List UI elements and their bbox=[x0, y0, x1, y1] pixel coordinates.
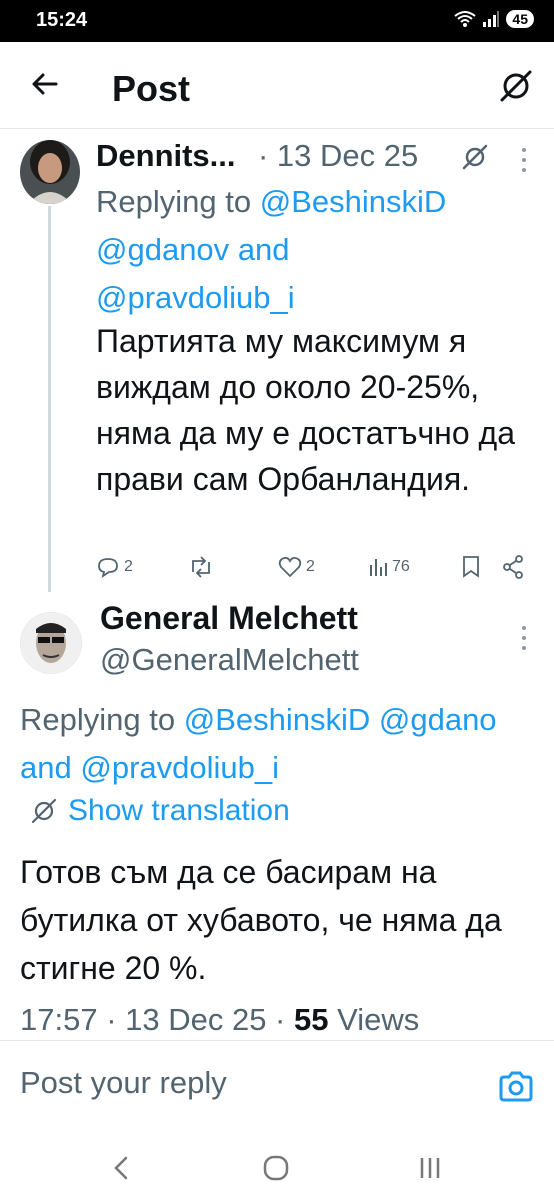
signal-icon bbox=[483, 11, 500, 27]
mention-link[interactable]: @BeshinskiD bbox=[260, 184, 447, 219]
avatar[interactable] bbox=[20, 612, 82, 674]
battery-badge: 45 bbox=[506, 10, 534, 28]
grok-icon[interactable] bbox=[460, 142, 490, 172]
post-text: Готов съм да се басирам на бутилка от ху… bbox=[20, 854, 502, 986]
like-button[interactable]: 2 bbox=[278, 550, 315, 584]
post-timestamp[interactable]: 17:57 · 13 Dec 25 · bbox=[20, 1002, 285, 1037]
nav-back-icon[interactable] bbox=[100, 1146, 144, 1190]
post-meta: 17:57 · 13 Dec 25 · 55 Views bbox=[20, 1002, 419, 1038]
views-icon bbox=[370, 559, 387, 576]
views-count: 76 bbox=[392, 558, 410, 575]
avatar[interactable] bbox=[20, 140, 80, 204]
post-author-name[interactable]: Dennits... bbox=[96, 138, 236, 174]
reply-count: 2 bbox=[124, 558, 133, 575]
views-button[interactable]: 76 bbox=[368, 550, 410, 584]
grok-icon[interactable] bbox=[496, 66, 536, 106]
reply-bar: Post your reply bbox=[0, 1040, 554, 1135]
wifi-icon bbox=[454, 11, 477, 27]
repost-icon bbox=[192, 556, 210, 578]
post-author-handle[interactable]: @GeneralMelchett bbox=[100, 642, 359, 678]
reply-button[interactable]: 2 bbox=[96, 550, 133, 584]
heart-icon bbox=[278, 556, 302, 578]
more-options-icon[interactable] bbox=[520, 146, 528, 174]
grok-icon bbox=[31, 798, 57, 824]
status-icons: 45 bbox=[454, 10, 534, 28]
mention-link[interactable]: @gdano bbox=[379, 702, 497, 737]
views-label: Views bbox=[337, 1002, 420, 1037]
more-options-icon[interactable] bbox=[520, 624, 528, 652]
mention-link[interactable]: @pravdoliub_i bbox=[96, 280, 295, 315]
post-actions: 2 2 76 bbox=[96, 550, 536, 584]
reply-input[interactable]: Post your reply bbox=[20, 1065, 227, 1101]
camera-icon[interactable] bbox=[496, 1067, 536, 1107]
share-icon[interactable] bbox=[502, 555, 524, 579]
thread-line bbox=[48, 206, 51, 592]
post-text: Партията му максимум я виждам до около 2… bbox=[96, 323, 515, 497]
page-title: Post bbox=[112, 68, 191, 109]
show-translation-label: Show translation bbox=[68, 794, 290, 827]
replying-to: Replying to @BeshinskiD @gdanov and @pra… bbox=[96, 184, 447, 315]
nav-home-icon[interactable] bbox=[254, 1146, 298, 1190]
status-time: 15:24 bbox=[36, 9, 88, 31]
views-count: 55 bbox=[294, 1002, 329, 1037]
post-author-name[interactable]: General Melchett bbox=[100, 600, 358, 637]
reply-icon bbox=[98, 558, 118, 578]
top-bar: Post bbox=[0, 42, 554, 128]
mention-link[interactable]: @BeshinskiD bbox=[184, 702, 371, 737]
arrow-left-icon[interactable] bbox=[26, 66, 62, 102]
system-nav-bar bbox=[0, 1134, 554, 1200]
post-date[interactable]: · 13 Dec 25 bbox=[258, 138, 418, 174]
replying-to: Replying to @BeshinskiD @gdano and @prav… bbox=[20, 702, 497, 785]
status-bar: 15:24 45 bbox=[0, 0, 554, 42]
repost-button[interactable] bbox=[188, 550, 214, 584]
bookmark-icon[interactable] bbox=[462, 556, 480, 578]
show-translation-button[interactable]: Show translation bbox=[30, 794, 290, 828]
like-count: 2 bbox=[306, 558, 315, 575]
mention-link[interactable]: @pravdoliub_i bbox=[80, 750, 279, 785]
nav-recents-icon[interactable] bbox=[408, 1146, 452, 1190]
mention-link[interactable]: @gdanov bbox=[96, 232, 229, 267]
header-divider bbox=[0, 128, 554, 129]
